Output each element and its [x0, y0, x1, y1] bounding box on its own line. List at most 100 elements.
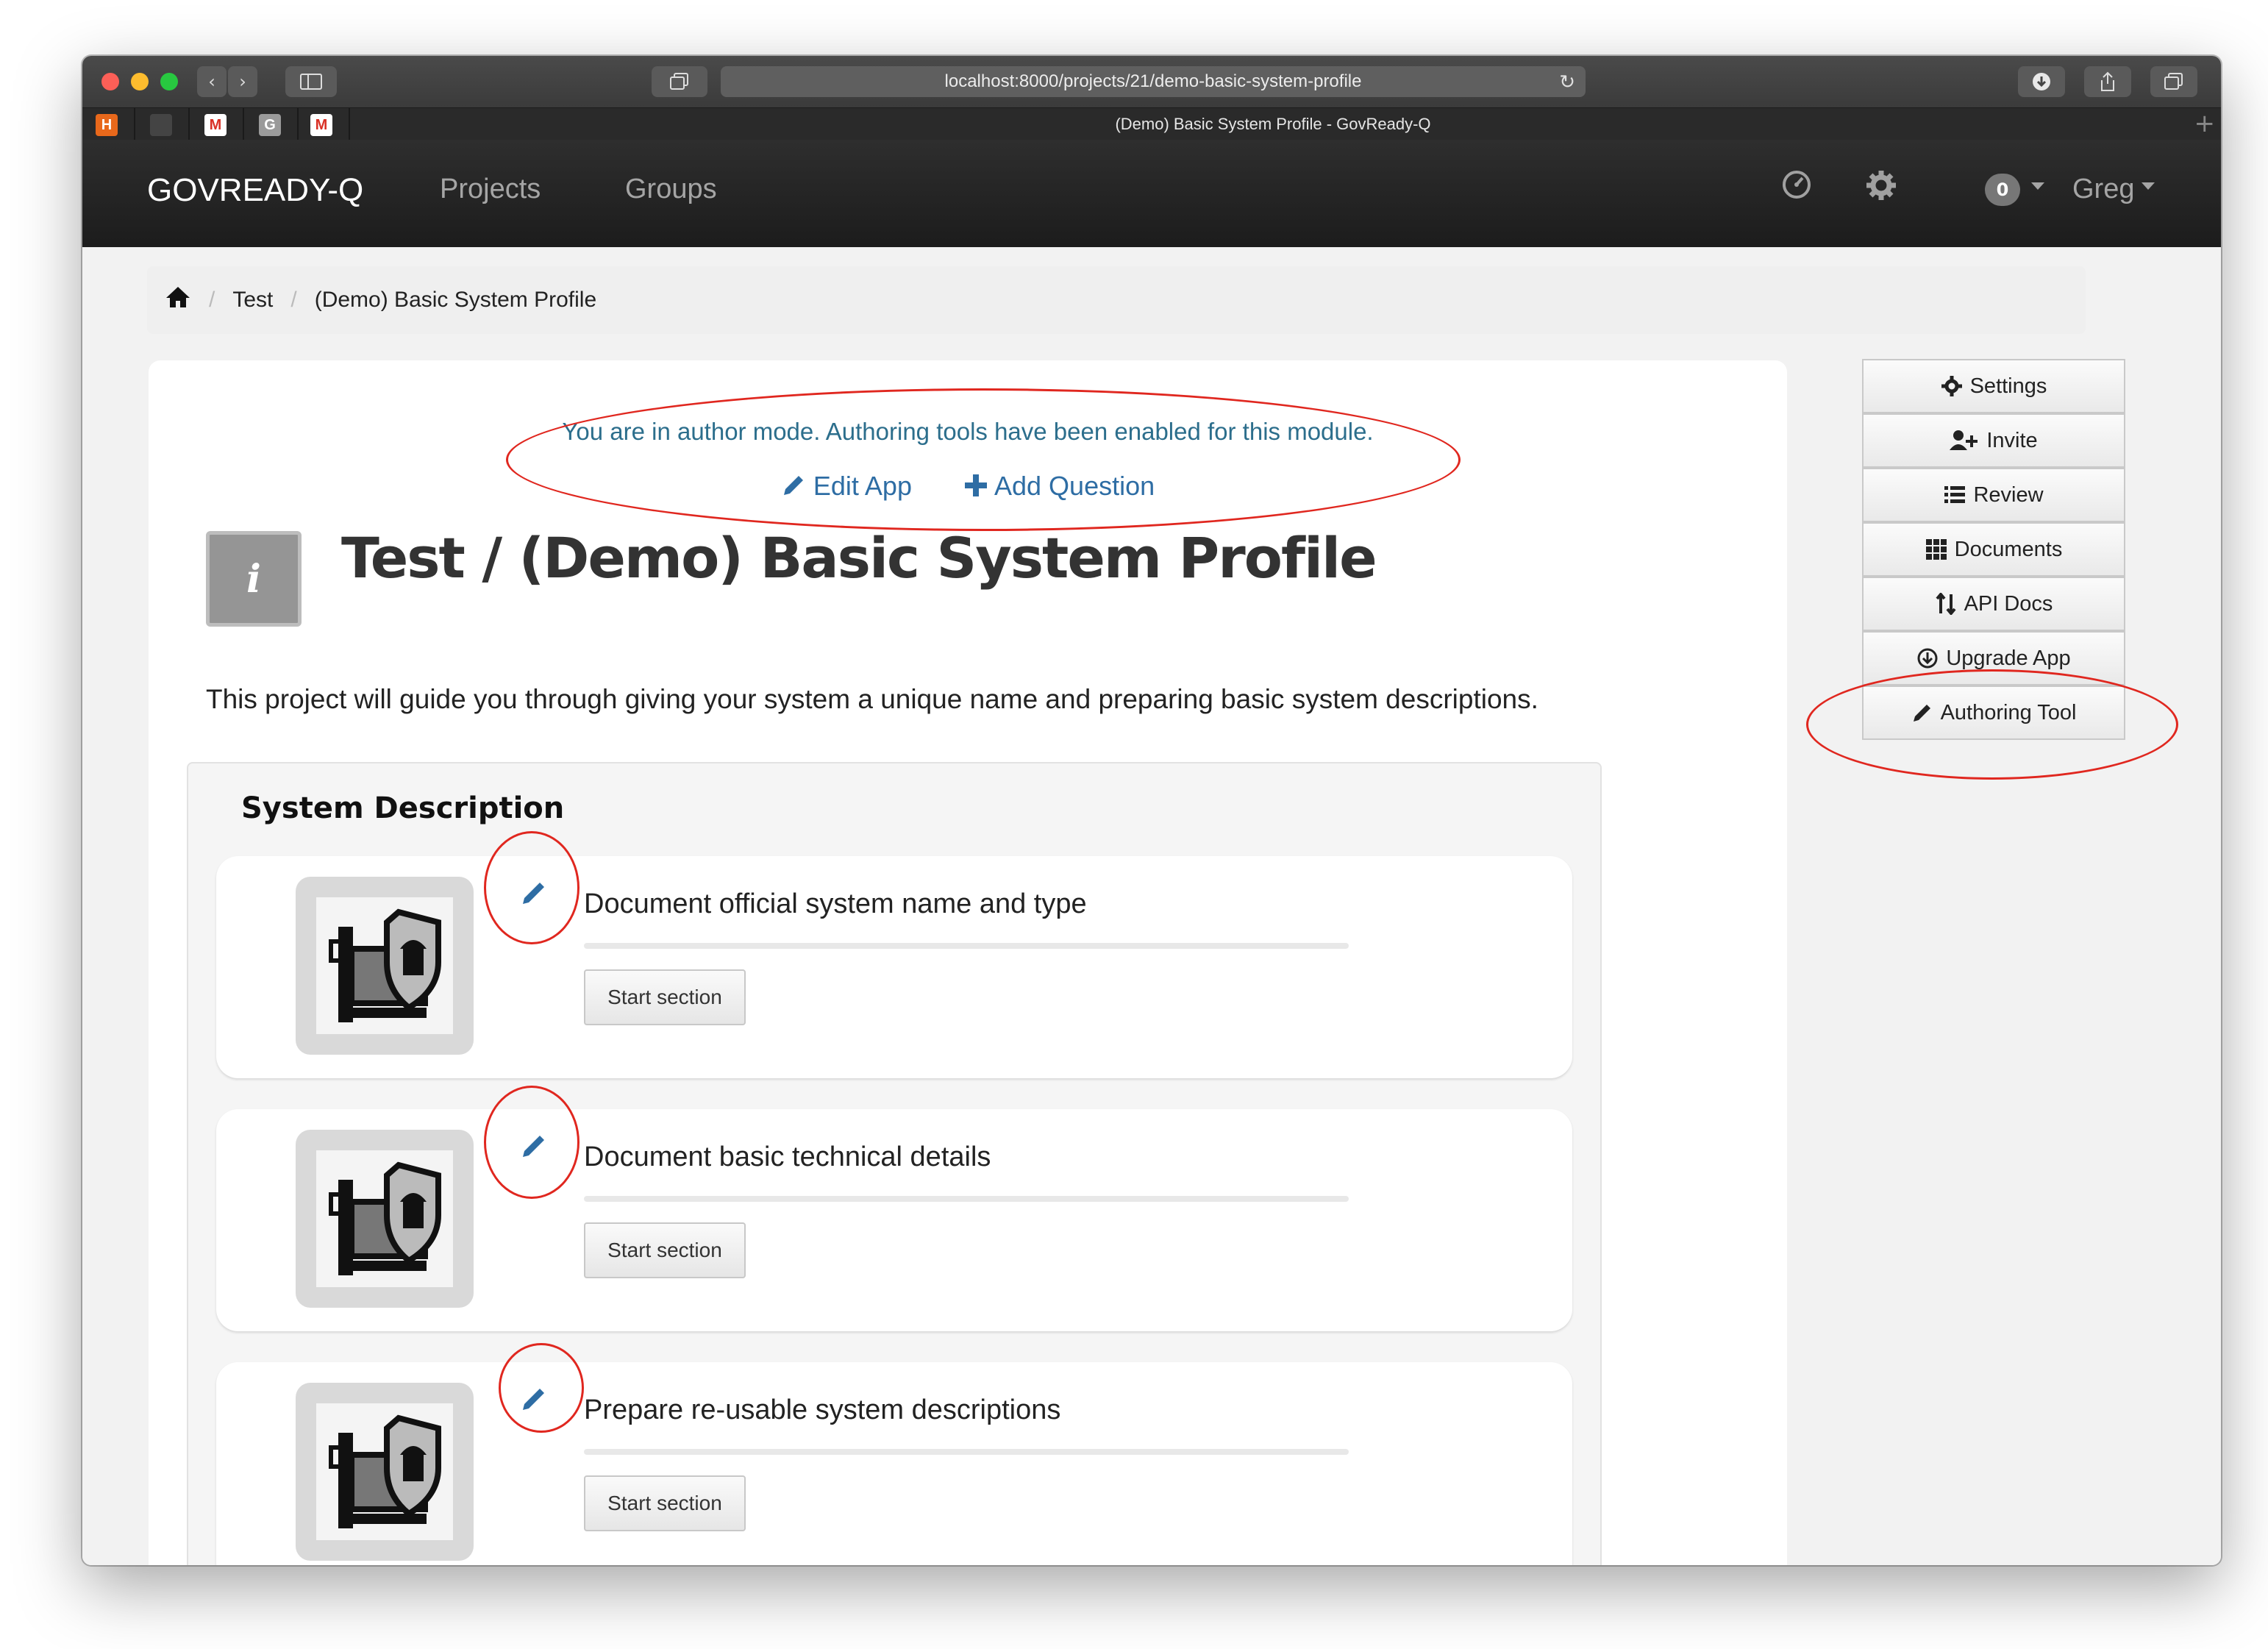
project-intro: This project will guide you through givi… — [206, 684, 1538, 714]
favicon-gmail[interactable]: M — [204, 114, 227, 136]
sidebar-icon — [300, 74, 322, 90]
brand-logo[interactable]: GOVREADY-Q — [147, 172, 363, 209]
user-menu[interactable]: Greg — [2072, 174, 2134, 205]
authoring-tool-label: Authoring Tool — [1940, 700, 2077, 724]
settings-label: Settings — [1969, 374, 2047, 398]
start-section-button[interactable]: Start section — [584, 1475, 746, 1531]
task-card: Prepare re-usable system descriptions St… — [216, 1362, 1572, 1565]
favicon-dark[interactable] — [150, 114, 172, 136]
gear-icon[interactable] — [1865, 169, 1897, 210]
dashboard-icon[interactable] — [1781, 169, 1812, 208]
share-icon — [2101, 71, 2114, 91]
invite-label: Invite — [1986, 428, 2038, 452]
chevron-right-icon: › — [239, 71, 246, 92]
task-image — [296, 1383, 474, 1561]
edit-app-link[interactable]: Edit App — [781, 471, 919, 501]
sidebar-toggle-button[interactable] — [285, 66, 337, 97]
review-button[interactable]: Review — [1862, 468, 2125, 522]
pencil-icon — [783, 476, 803, 495]
upgrade-app-button[interactable]: Upgrade App — [1862, 631, 2125, 685]
task-title[interactable]: Document basic technical details — [584, 1142, 991, 1173]
back-button[interactable]: ‹ — [197, 66, 227, 97]
computer-shield-icon — [329, 908, 441, 1022]
author-links: Edit App Add Question — [149, 471, 1787, 502]
zoom-window-button[interactable] — [160, 73, 178, 90]
task-title[interactable]: Document official system name and type — [584, 888, 1087, 920]
section-heading: System Description — [241, 791, 565, 825]
documents-label: Documents — [1954, 537, 2063, 561]
list-icon — [1944, 486, 1966, 503]
nav-groups[interactable]: Groups — [625, 174, 717, 205]
chevron-down-icon[interactable] — [2031, 182, 2044, 190]
documents-button[interactable]: Documents — [1862, 522, 2125, 577]
app-navbar: GOVREADY-Q Projects Groups 0 Greg — [82, 140, 2221, 247]
reload-icon[interactable]: ↻ — [1559, 71, 1575, 93]
project-info-icon: i — [206, 531, 302, 627]
api-docs-button[interactable]: API Docs — [1862, 577, 2125, 631]
edit-task-pencil-icon[interactable] — [519, 1131, 549, 1161]
page-title: Test / (Demo) Basic System Profile — [341, 525, 1377, 591]
authoring-tool-button[interactable]: Authoring Tool — [1862, 685, 2125, 740]
start-section-button[interactable]: Start section — [584, 1222, 746, 1278]
tabs-icon — [670, 73, 688, 90]
task-progress-bar — [584, 943, 1349, 949]
settings-button[interactable]: Settings — [1862, 359, 2125, 413]
breadcrumb: / Test / (Demo) Basic System Profile — [147, 266, 2086, 334]
downloads-button[interactable] — [2018, 66, 2065, 97]
favicon-gmail[interactable]: M — [310, 114, 332, 136]
favicon-h[interactable]: H — [96, 114, 118, 136]
circle-download-icon — [1917, 648, 1938, 669]
task-progress-bar — [584, 1196, 1349, 1202]
computer-shield-icon — [329, 1161, 441, 1275]
gear-icon — [1941, 376, 1962, 396]
close-window-button[interactable] — [101, 73, 119, 90]
tab-separator — [297, 108, 299, 140]
api-docs-label: API Docs — [1964, 591, 2053, 616]
author-mode-message: You are in author mode. Authoring tools … — [562, 418, 1374, 445]
home-icon[interactable] — [165, 285, 191, 315]
add-question-label: Add Question — [994, 471, 1155, 501]
minimize-window-button[interactable] — [131, 73, 149, 90]
breadcrumb-current: (Demo) Basic System Profile — [314, 288, 597, 312]
plus-icon — [964, 474, 987, 496]
chevron-down-icon[interactable] — [2142, 182, 2155, 190]
notification-badge[interactable]: 0 — [1985, 174, 2020, 206]
task-image — [296, 1130, 474, 1308]
tab-separator — [349, 108, 350, 140]
computer-shield-icon — [329, 1414, 441, 1528]
invite-button[interactable]: Invite — [1862, 413, 2125, 468]
new-tab-icon[interactable]: + — [2194, 108, 2216, 139]
add-user-icon — [1950, 430, 1978, 450]
browser-tabbar: H M G M (Demo) Basic System Profile - Go… — [82, 107, 2221, 140]
add-question-link[interactable]: Add Question — [963, 471, 1155, 501]
pencil-icon — [1913, 705, 1930, 722]
grid-icon — [1925, 539, 1947, 560]
breadcrumb-divider: / — [290, 288, 297, 312]
edit-task-pencil-icon[interactable] — [519, 878, 549, 908]
breadcrumb-test[interactable]: Test — [232, 288, 273, 313]
tab-separator — [134, 108, 135, 140]
address-bar[interactable]: localhost:8000/projects/21/demo-basic-sy… — [721, 66, 1586, 97]
task-card: Document official system name and type S… — [216, 856, 1572, 1078]
system-description-panel: System Description Document official sys… — [187, 762, 1602, 1565]
share-button[interactable] — [2084, 66, 2131, 97]
task-image — [296, 877, 474, 1055]
task-title[interactable]: Prepare re-usable system descriptions — [584, 1395, 1060, 1426]
sort-arrows-icon — [1936, 593, 1956, 615]
task-progress-bar — [584, 1449, 1349, 1455]
browser-titlebar: ‹ › localhost:8000/projects/21/demo-basi… — [82, 56, 2221, 107]
tab-overview-button[interactable] — [652, 66, 707, 97]
start-section-button[interactable]: Start section — [584, 969, 746, 1025]
favicon-g[interactable]: G — [259, 114, 281, 136]
active-tab-title[interactable]: (Demo) Basic System Profile - GovReady-Q — [354, 108, 2192, 140]
download-icon — [2033, 73, 2050, 90]
breadcrumb-divider: / — [209, 288, 215, 312]
edit-task-pencil-icon[interactable] — [519, 1384, 549, 1414]
new-window-button[interactable] — [2150, 66, 2197, 97]
forward-button[interactable]: › — [228, 66, 257, 97]
review-label: Review — [1973, 482, 2044, 507]
windows-icon — [2164, 73, 2183, 90]
tab-separator — [243, 108, 244, 140]
page-content: / Test / (Demo) Basic System Profile You… — [82, 247, 2221, 1565]
nav-projects[interactable]: Projects — [440, 174, 541, 205]
